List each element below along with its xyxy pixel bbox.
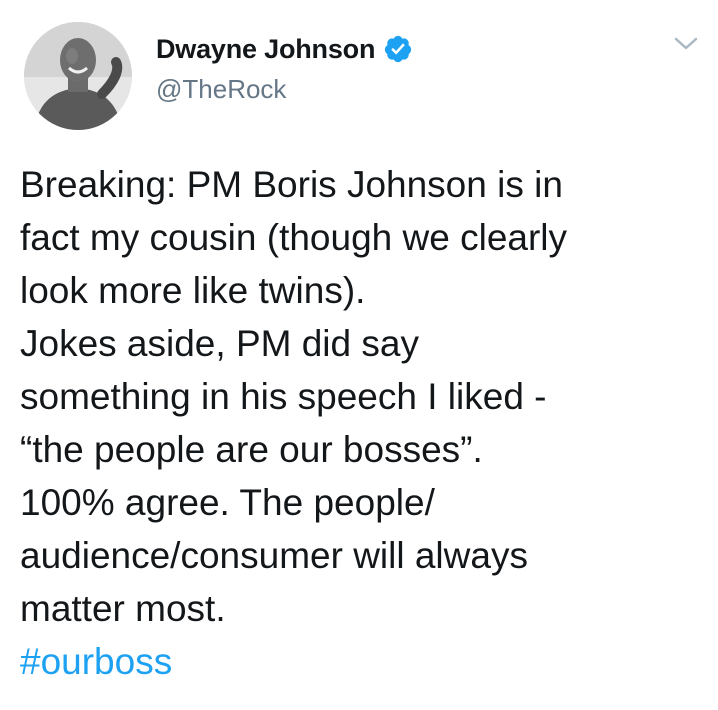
verified-badge-icon [383, 34, 413, 64]
display-name[interactable]: Dwayne Johnson [156, 34, 375, 65]
name-row: Dwayne Johnson [156, 30, 413, 68]
tweet-text-line: Breaking: PM Boris Johnson is in [20, 164, 563, 205]
chevron-down-icon[interactable] [672, 34, 700, 54]
tweet-text-line: look more like twins). [20, 270, 366, 311]
tweet-text-line: matter most. [20, 588, 226, 629]
tweet-text-line: 100% agree. The people/ [20, 482, 435, 523]
tweet-text-line: something in his speech I liked - [20, 376, 547, 417]
tweet-author: Dwayne Johnson @TheRock [156, 30, 413, 105]
tweet-text-line: audience/consumer will always [20, 535, 528, 576]
tweet-card: Dwayne Johnson @TheRock Breaking: PM Bor… [0, 0, 718, 710]
tweet-text-line: fact my cousin (though we clearly [20, 217, 568, 258]
handle[interactable]: @TheRock [156, 74, 413, 105]
avatar-image [24, 22, 132, 130]
avatar[interactable] [24, 22, 132, 130]
tweet-text-line: “the people are our bosses”. [20, 429, 483, 470]
tweet-text: Breaking: PM Boris Johnson is in fact my… [20, 158, 700, 688]
hashtag-link[interactable]: #ourboss [20, 635, 700, 688]
tweet-text-line: Jokes aside, PM did say [20, 323, 419, 364]
